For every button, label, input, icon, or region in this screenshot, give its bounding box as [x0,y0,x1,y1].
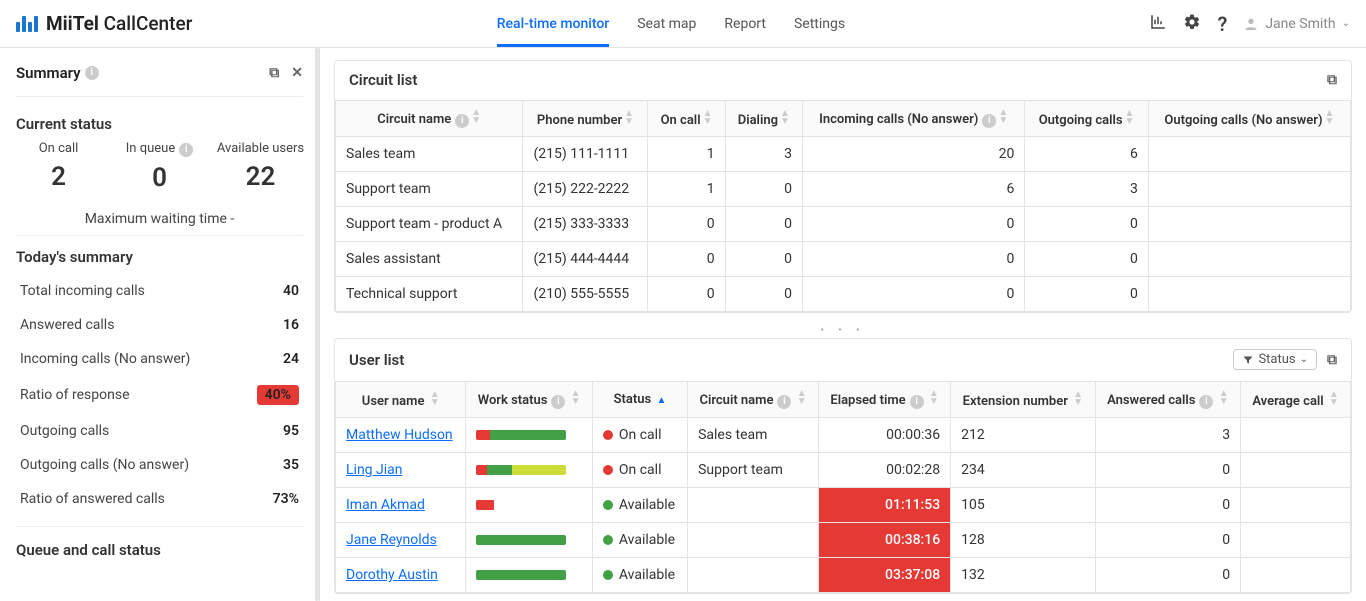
user-table: User name ▲▼Work statusi ▲▼Status ▲Circu… [335,381,1351,593]
table-row: Sales assistant(215) 444-4444 00 00 [336,242,1351,277]
summary-sidebar: Summary i ⧉ ✕ Current status On call 2 I… [0,48,320,601]
status-cell: On call 2 [8,141,109,193]
work-status-bar [476,430,566,440]
today-summary-title: Today's summary [0,236,319,270]
filter-icon [1242,354,1254,366]
nav-tabs: Real-time monitor Seat map Report Settin… [497,0,845,47]
max-waiting-time: Maximum waiting time - [16,201,303,236]
main-content: Circuit list ⧉ Circuit namei▲▼Phone numb… [320,48,1366,601]
user-menu[interactable]: Jane Smith ⌄ [1243,16,1350,32]
column-header[interactable]: Outgoing calls▲▼ [1025,101,1149,137]
summary-row: Outgoing calls (No answer) 35 [0,448,319,482]
chevron-down-icon: ⌄ [1300,354,1308,365]
tab-report[interactable]: Report [724,0,766,47]
column-header[interactable]: Status ▲ [592,382,687,418]
table-row: Jane Reynolds Available 00:38:16 128 0 [336,523,1351,558]
tab-settings[interactable]: Settings [794,0,845,47]
info-icon[interactable]: i [551,395,565,409]
work-status-bar [476,500,566,510]
user-link[interactable]: Dorothy Austin [346,567,438,583]
current-status-title: Current status [0,103,319,137]
status-dot [603,570,613,580]
column-header[interactable]: Extension number ▲▼ [951,382,1095,418]
user-link[interactable]: Jane Reynolds [346,532,437,548]
work-status-bar [476,465,566,475]
summary-row: Outgoing calls 95 [0,414,319,448]
status-dot [603,430,613,440]
tab-realtime-monitor[interactable]: Real-time monitor [497,0,609,47]
column-header[interactable]: On call▲▼ [648,101,725,137]
user-link[interactable]: Iman Akmad [346,497,425,513]
logo-icon [16,16,38,32]
tab-seat-map[interactable]: Seat map [637,0,696,47]
table-row: Dorothy Austin Available 03:37:08 132 0 [336,558,1351,593]
user-list-title: User list [349,351,404,369]
chevron-down-icon: ⌄ [1342,18,1350,29]
circuit-list-title: Circuit list [349,71,417,89]
user-link[interactable]: Ling Jian [346,462,403,478]
status-filter[interactable]: Status ⌄ [1233,349,1317,370]
work-status-bar [476,570,566,580]
column-header[interactable]: Elapsed timei ▲▼ [818,382,950,418]
status-dot [603,500,613,510]
summary-row: Ratio of response 40% [0,376,319,414]
popout-icon[interactable]: ⧉ [1327,352,1337,368]
summary-row: Incoming calls (No answer) 24 [0,342,319,376]
user-list-card: User list Status ⌄ ⧉ User name ▲▼Work st… [334,338,1352,594]
app-header: MiiTel CallCenter Real-time monitor Seat… [0,0,1366,48]
circuit-list-card: Circuit list ⧉ Circuit namei▲▼Phone numb… [334,60,1352,313]
status-cell: In queuei 0 [109,141,210,193]
info-icon[interactable]: i [1199,395,1213,409]
table-row: Sales team(215) 111-1111 13 206 [336,137,1351,172]
chart-icon[interactable] [1149,13,1167,35]
column-header[interactable]: Answered callsi ▲▼ [1095,382,1241,418]
status-cell: Available users 22 [210,141,311,193]
circuit-table: Circuit namei▲▼Phone number▲▼On call▲▼Di… [335,100,1351,312]
info-icon[interactable]: i [179,143,193,157]
column-header[interactable]: User name ▲▼ [336,382,466,418]
table-row: Technical support(210) 555-5555 00 00 [336,277,1351,312]
summary-row: Total incoming calls 40 [0,274,319,308]
user-link[interactable]: Matthew Hudson [346,427,453,443]
logo: MiiTel CallCenter [16,12,192,35]
column-header[interactable]: Average call ▲▼ [1241,382,1351,418]
info-icon[interactable]: i [455,114,469,128]
summary-title: Summary [16,64,81,82]
summary-row: Answered calls 16 [0,308,319,342]
info-icon[interactable]: i [85,66,99,80]
table-row: Support team(215) 222-2222 10 63 [336,172,1351,207]
gear-icon[interactable] [1183,13,1201,35]
header-actions: ? Jane Smith ⌄ [1149,12,1350,36]
popout-icon[interactable]: ⧉ [269,65,279,81]
summary-row: Ratio of answered calls 73% [0,482,319,516]
info-icon[interactable]: i [982,114,996,128]
popout-icon[interactable]: ⧉ [1327,72,1337,88]
column-header[interactable]: Work statusi ▲▼ [466,382,592,418]
info-icon[interactable]: i [910,395,924,409]
resize-handle[interactable]: • • • [334,323,1352,338]
table-row: Matthew Hudson On call Sales team 00:00:… [336,418,1351,453]
column-header[interactable]: Dialing▲▼ [725,101,802,137]
column-header[interactable]: Circuit namei ▲▼ [688,382,819,418]
table-row: Support team - product A(215) 333-3333 0… [336,207,1351,242]
table-row: Iman Akmad Available 01:11:53 105 0 [336,488,1351,523]
table-row: Ling Jian On call Support team 00:02:28 … [336,453,1351,488]
avatar-icon [1243,16,1259,32]
status-dot [603,465,613,475]
column-header[interactable]: Outgoing calls (No answer)▲▼ [1148,101,1350,137]
logo-text: MiiTel CallCenter [46,12,192,35]
queue-status-title: Queue and call status [0,533,319,559]
info-icon[interactable]: i [777,395,791,409]
user-name: Jane Smith [1265,16,1335,32]
close-icon[interactable]: ✕ [291,65,303,81]
column-header[interactable]: Circuit namei▲▼ [336,101,523,137]
column-header[interactable]: Phone number▲▼ [523,101,648,137]
work-status-bar [476,535,566,545]
help-icon[interactable]: ? [1217,12,1227,36]
status-dot [603,535,613,545]
column-header[interactable]: Incoming calls (No answer)i▲▼ [803,101,1025,137]
